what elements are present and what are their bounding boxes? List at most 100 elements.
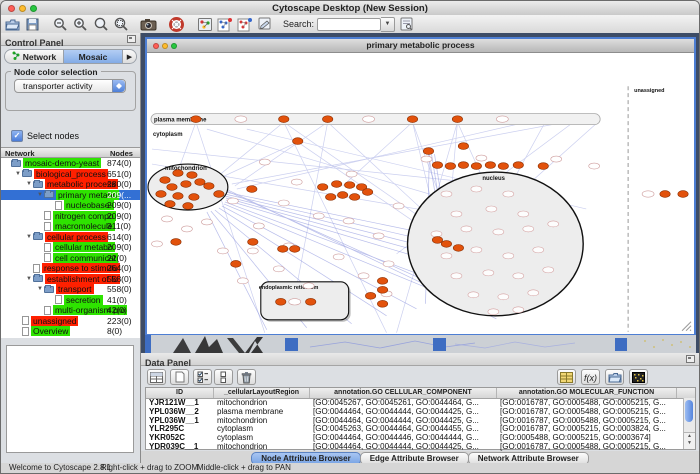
background-window-strip[interactable] bbox=[145, 334, 696, 353]
tree-row-node-count: 41(0) bbox=[107, 295, 139, 305]
file-icon bbox=[44, 306, 51, 315]
network-window-title: primary metabolic process bbox=[147, 40, 694, 50]
tree-row[interactable]: ▼cellular process614(0) bbox=[1, 232, 140, 243]
zoom-fit-icon[interactable] bbox=[92, 17, 109, 32]
table-row[interactable]: YDR039C__1mitochondrion[GO:0044464, GO:0… bbox=[146, 443, 695, 452]
status-zoom-hint: Right-click + drag to ZOOM bbox=[101, 463, 198, 472]
tree-row[interactable]: secretion41(0) bbox=[1, 295, 140, 306]
tab-network[interactable]: Network bbox=[5, 50, 64, 63]
float-panel-icon[interactable] bbox=[127, 35, 136, 43]
tree-row[interactable]: cellular metabo209(0) bbox=[1, 242, 140, 253]
attribute-batch-icon[interactable] bbox=[557, 369, 576, 385]
main-toolbar: Search: ▼ bbox=[1, 15, 699, 34]
tree-row[interactable]: nucleobase-209(0) bbox=[1, 200, 140, 211]
file-icon bbox=[44, 243, 51, 252]
network-canvas[interactable]: plasma membrane cytoplasm unassigned nuc… bbox=[147, 53, 694, 334]
new-attribute-icon[interactable] bbox=[170, 369, 189, 385]
tree-header: Network Nodes bbox=[1, 147, 140, 158]
file-icon bbox=[55, 295, 62, 304]
select-nodes-checkbox[interactable]: ✓ bbox=[11, 130, 23, 142]
attribute-table-icon[interactable] bbox=[147, 369, 166, 385]
tab-mosaic[interactable]: Mosaic bbox=[64, 50, 123, 63]
table-column-header[interactable]: annotation.GO CELLULAR_COMPONENT bbox=[310, 388, 497, 398]
tree-row-node-count: 223(0) bbox=[107, 316, 139, 326]
save-icon[interactable] bbox=[24, 17, 41, 32]
table-cell: mitochondrion bbox=[214, 417, 310, 426]
tree-row[interactable]: ▼establishment of lo558(0) bbox=[1, 274, 140, 285]
delete-attribute-icon[interactable] bbox=[237, 369, 256, 385]
expand-arrow-icon[interactable]: ▼ bbox=[25, 274, 33, 284]
tree-row-label: unassigned bbox=[31, 316, 78, 326]
expand-arrow-icon[interactable]: ▼ bbox=[36, 190, 44, 200]
table-row[interactable]: YJR121W__1mitochondrion[GO:0045267, GO:0… bbox=[146, 399, 695, 408]
tree-row[interactable]: ▼primary metabo209(... bbox=[1, 190, 140, 201]
unassigned-label: unassigned bbox=[634, 88, 664, 94]
table-column-header[interactable]: annotation.GO MOLECULAR_FUNCTION bbox=[497, 388, 677, 398]
scrollbar-thumb[interactable] bbox=[685, 400, 693, 422]
expand-arrow-icon[interactable]: ▼ bbox=[36, 284, 44, 294]
select-attributes-icon[interactable] bbox=[193, 369, 212, 385]
tree-row[interactable]: ▼transport558(0) bbox=[1, 284, 140, 295]
birds-eye-view[interactable] bbox=[6, 345, 134, 453]
search-input[interactable] bbox=[317, 18, 381, 31]
tree-row[interactable]: nitrogen compo209(0) bbox=[1, 211, 140, 222]
help-icon[interactable] bbox=[168, 17, 185, 32]
node-color-dropdown[interactable]: transporter activity bbox=[14, 79, 126, 93]
tree-row-node-count: 874(0) bbox=[107, 158, 139, 168]
function-builder-icon[interactable]: f(x) bbox=[581, 369, 600, 385]
tree-row[interactable]: unassigned 223(0) bbox=[1, 316, 140, 327]
snapshot-icon[interactable] bbox=[140, 17, 157, 32]
table-cell: mitochondrion bbox=[214, 443, 310, 452]
mitochondrion-label: mitochondrion bbox=[165, 166, 207, 172]
network-window-titlebar: primary metabolic process bbox=[147, 39, 694, 53]
expand-arrow-icon[interactable]: ▼ bbox=[14, 169, 22, 179]
search-options-icon[interactable] bbox=[398, 17, 415, 32]
table-row[interactable]: YPL036W__2plasma membrane[GO:0044464, GO… bbox=[146, 408, 695, 417]
open-file-icon[interactable] bbox=[4, 17, 21, 32]
table-row[interactable]: YKR052Ccytoplasm[GO:0044464, GO:0044446,… bbox=[146, 434, 695, 443]
tree-row[interactable]: ▼biological_process651(0) bbox=[1, 169, 140, 180]
search-dropdown-button[interactable]: ▼ bbox=[381, 17, 395, 32]
expand-arrow-icon[interactable]: ▼ bbox=[25, 232, 33, 242]
zoom-out-icon[interactable] bbox=[52, 17, 69, 32]
annotation-icon[interactable] bbox=[256, 17, 273, 32]
file-icon bbox=[22, 327, 29, 336]
tree-row[interactable]: macromolecule311(0) bbox=[1, 221, 140, 232]
table-cell: [GO:0016787, GO:0005488, GO:0005215, G..… bbox=[497, 443, 677, 452]
table-cell: YLR295C bbox=[146, 425, 214, 434]
tree-row[interactable]: cell communicat22(0) bbox=[1, 253, 140, 264]
tree-row[interactable]: ▼metabolic process280(0) bbox=[1, 179, 140, 190]
control-panel-tabs: Network Mosaic ▶ bbox=[4, 49, 137, 64]
zoom-in-icon[interactable] bbox=[72, 17, 89, 32]
table-cell: [GO:0016787, GO:0005488, GO:0005215, G..… bbox=[497, 417, 677, 426]
vizmapper-icon[interactable] bbox=[196, 17, 213, 32]
tree-row[interactable]: mosaic-demo-yeast 874(0) bbox=[1, 158, 140, 169]
layout-red-icon[interactable] bbox=[216, 17, 233, 32]
tree-header-network: Network bbox=[5, 149, 35, 158]
zoom-selected-icon[interactable] bbox=[112, 17, 129, 32]
expand-arrow-icon[interactable]: ▼ bbox=[25, 179, 33, 189]
table-cell: [GO:0044464, GO:0044444, GO:0044425, G..… bbox=[310, 417, 497, 426]
network-desktop: primary metabolic process bbox=[141, 33, 700, 353]
tree-row[interactable]: multi-organism pro42(0) bbox=[1, 305, 140, 316]
unselect-attributes-icon[interactable] bbox=[214, 369, 233, 385]
table-column-header[interactable]: ID bbox=[146, 388, 214, 398]
table-row[interactable]: YLR295Ccytoplasm[GO:0045263, GO:0044464,… bbox=[146, 425, 695, 434]
more-tabs-arrow-icon[interactable]: ▶ bbox=[123, 50, 136, 63]
control-panel: Control Panel Network Mosaic ▶ Node colo… bbox=[1, 33, 141, 465]
attribute-matrix-icon[interactable] bbox=[629, 369, 648, 385]
plasma-membrane-region bbox=[151, 114, 600, 125]
layout-blue-icon[interactable] bbox=[236, 17, 253, 32]
scrollbar-arrows[interactable]: ▲▼ bbox=[684, 432, 695, 449]
table-cell: [GO:0044464, GO:0044444, GO:0044425, G..… bbox=[310, 443, 497, 452]
import-attributes-icon[interactable] bbox=[605, 369, 624, 385]
attribute-table: ID_cellularLayoutRegionannotation.GO CEL… bbox=[145, 387, 696, 450]
table-column-header[interactable]: _cellularLayoutRegion bbox=[214, 388, 310, 398]
table-row[interactable]: YPL036W__1mitochondrion[GO:0044464, GO:0… bbox=[146, 417, 695, 426]
tree-row-label: mosaic-demo-yeast bbox=[23, 158, 101, 168]
table-scrollbar[interactable]: ▲▼ bbox=[683, 398, 695, 449]
float-data-panel-icon[interactable] bbox=[686, 355, 695, 363]
tree-row[interactable]: Overview8(0) bbox=[1, 326, 140, 337]
folder-icon bbox=[44, 191, 54, 198]
tree-row[interactable]: response to stimulu264(0) bbox=[1, 263, 140, 274]
